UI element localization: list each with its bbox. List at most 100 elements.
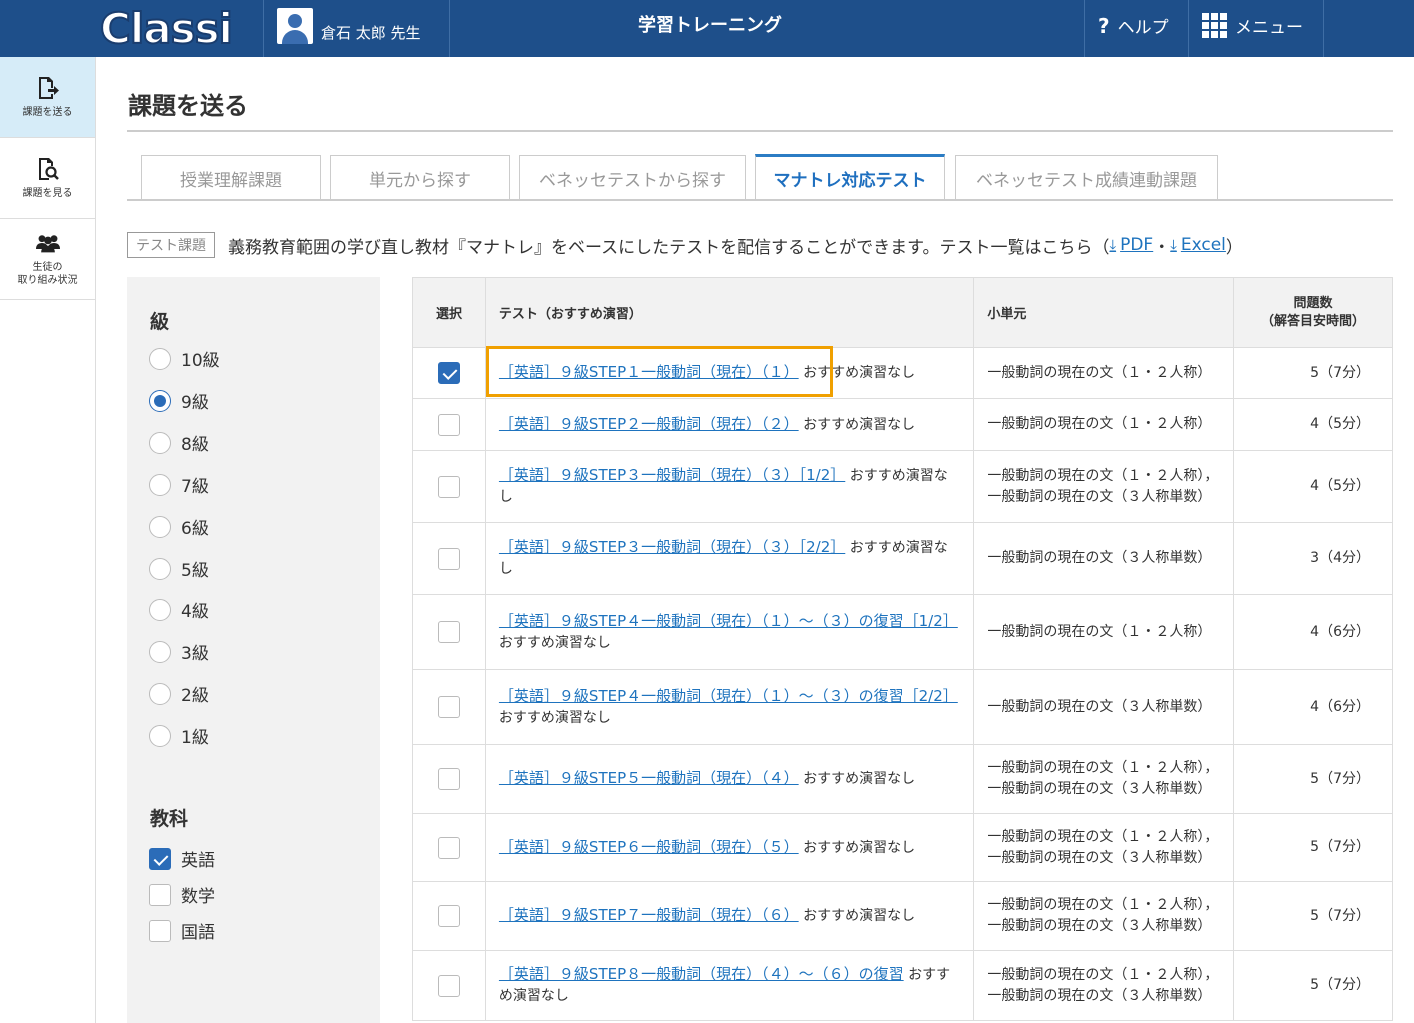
unit-cell: 一般動詞の現在の文（３人称単数）: [973, 669, 1235, 745]
grade-option[interactable]: 7級: [149, 472, 209, 497]
grade-option[interactable]: 2級: [149, 681, 209, 706]
test-link[interactable]: ［英語］９級STEP３一般動詞（現在）（３）［2/2］: [499, 538, 845, 556]
test-cell: ［英語］９級STEP１一般動詞（現在）（１） おすすめ演習なし: [484, 347, 975, 399]
grade-label: 9級: [181, 393, 209, 413]
table-row[interactable]: ［英語］９級STEP７一般動詞（現在）（６） おすすめ演習なし 一般動詞の現在の文…: [412, 881, 1393, 951]
menu-label: メニュー: [1235, 18, 1303, 38]
grade-option[interactable]: 3級: [149, 639, 209, 664]
row-checkbox[interactable]: [437, 547, 460, 570]
unit-line: 一般動詞の現在の文（１・２人称），: [987, 467, 1219, 484]
grade-label: 7級: [181, 477, 209, 497]
row-checkbox[interactable]: [437, 768, 460, 790]
unit-cell: 一般動詞の現在の文（３人称単数）: [973, 522, 1235, 595]
subject-checkbox[interactable]: [149, 883, 171, 906]
test-link[interactable]: ［英語］９級STEP２一般動詞（現在）（２）: [499, 415, 799, 433]
test-link[interactable]: ［英語］９級STEP３一般動詞（現在）（３）［1/2］: [499, 466, 845, 484]
subject-option[interactable]: 国語: [149, 918, 215, 943]
recommendation-note: おすすめ演習なし: [498, 634, 611, 651]
excel-label: Excel: [1180, 235, 1226, 255]
subject-option[interactable]: 英語: [149, 846, 215, 871]
test-cell: ［英語］９級STEP８一般動詞（現在）（４）～（６）の復習 おすすめ演習なし: [484, 950, 975, 1021]
table-row[interactable]: ［英語］９級STEP３一般動詞（現在）（３）［1/2］ おすすめ演習なし 一般動詞…: [412, 450, 1393, 523]
test-link[interactable]: ［英語］９級STEP７一般動詞（現在）（６）: [499, 906, 799, 924]
user-info[interactable]: 倉石 太郎 先生: [277, 8, 421, 44]
select-cell: [412, 950, 486, 1021]
classi-logo[interactable]: Classi: [99, 2, 234, 54]
grade-label: 8級: [181, 435, 209, 455]
help-label: ヘルプ: [1117, 18, 1169, 38]
tab-manatore-test[interactable]: マナトレ対応テスト: [755, 154, 945, 200]
help-button[interactable]: ? ヘルプ: [1098, 0, 1169, 57]
row-checkbox[interactable]: [437, 475, 460, 498]
subject-checkbox[interactable]: [149, 919, 171, 942]
row-checkbox[interactable]: [437, 362, 460, 384]
test-link[interactable]: ［英語］９級STEP４一般動詞（現在）（１）～（３）の復習［2/2］: [499, 687, 958, 705]
grade-radio[interactable]: [149, 682, 171, 705]
test-link[interactable]: ［英語］９級STEP１一般動詞（現在）（１）: [499, 363, 799, 381]
sidebar-item-view-assignment[interactable]: 課題を見る: [0, 138, 95, 219]
row-checkbox[interactable]: [437, 621, 460, 643]
subject-checkbox[interactable]: [149, 847, 171, 870]
grade-radio[interactable]: [149, 640, 171, 663]
tab-lesson-understanding[interactable]: 授業理解課題: [141, 155, 321, 200]
table-row[interactable]: ［英語］９級STEP２一般動詞（現在）（２） おすすめ演習なし 一般動詞の現在の文…: [412, 398, 1393, 451]
header-divider: [263, 0, 264, 57]
grade-radio[interactable]: [149, 347, 171, 370]
row-checkbox[interactable]: [437, 696, 460, 718]
row-checkbox[interactable]: [437, 413, 460, 436]
grade-option[interactable]: 9級: [149, 388, 209, 413]
avatar: [277, 8, 313, 44]
page-title: 課題を送る: [128, 92, 248, 120]
grade-label: 1級: [181, 728, 209, 748]
tab-search-benesse-test[interactable]: ベネッセテストから探す: [519, 155, 746, 200]
menu-button[interactable]: メニュー: [1202, 0, 1303, 57]
close-paren: ）: [1225, 237, 1243, 258]
table-row[interactable]: ［英語］９級STEP４一般動詞（現在）（１）～（３）の復習［1/2］ おすすめ演…: [412, 594, 1393, 670]
grade-option[interactable]: 1級: [149, 723, 209, 748]
tab-search-by-unit[interactable]: 単元から探す: [330, 155, 510, 200]
unit-cell: 一般動詞の現在の文（１・２人称）: [973, 594, 1235, 670]
tab-benesse-grade-linked[interactable]: ベネッセテスト成績連動課題: [955, 155, 1218, 200]
grade-radio[interactable]: [149, 724, 171, 747]
grade-option[interactable]: 6級: [149, 514, 209, 539]
table-row[interactable]: ［英語］９級STEP８一般動詞（現在）（４）～（６）の復習 おすすめ演習なし 一般…: [412, 950, 1393, 1021]
sidebar-item-label: 生徒の: [32, 262, 63, 273]
pdf-download-link[interactable]: ⤓ PDF: [1109, 235, 1153, 255]
grade-option[interactable]: 5級: [149, 556, 209, 581]
grade-label: 4級: [181, 602, 209, 622]
test-cell: ［英語］９級STEP４一般動詞（現在）（１）～（３）の復習［2/2］ おすすめ演…: [484, 669, 975, 745]
unit-line: 一般動詞の現在の文（３人称単数）: [987, 781, 1212, 797]
grade-label: 2級: [181, 686, 209, 706]
test-link[interactable]: ［英語］９級STEP８一般動詞（現在）（４）～（６）の復習: [499, 965, 904, 983]
row-checkbox[interactable]: [437, 905, 460, 927]
select-cell: [412, 450, 486, 523]
grade-radio[interactable]: [149, 389, 171, 412]
subject-option[interactable]: 数学: [149, 882, 215, 907]
excel-download-link[interactable]: ⤓ Excel: [1170, 235, 1226, 255]
grade-radio[interactable]: [149, 598, 171, 621]
grade-radio[interactable]: [149, 557, 171, 580]
table-row[interactable]: ［英語］９級STEP４一般動詞（現在）（１）～（３）の復習［2/2］ おすすめ演…: [412, 669, 1393, 745]
description: テスト課題 義務教育範囲の学び直し教材『マナトレ』をベースにしたテストを配信する…: [127, 232, 1243, 258]
grade-option[interactable]: 4級: [149, 597, 209, 622]
table-row[interactable]: ［英語］９級STEP３一般動詞（現在）（３）［2/2］ おすすめ演習なし 一般動詞…: [412, 522, 1393, 595]
test-link[interactable]: ［英語］９級STEP５一般動詞（現在）（４）: [499, 769, 799, 787]
sidebar-item-student-progress[interactable]: 生徒の 取り組み状況: [0, 219, 95, 300]
grade-radio[interactable]: [149, 431, 171, 454]
test-link[interactable]: ［英語］９級STEP４一般動詞（現在）（１）～（３）の復習［1/2］: [499, 612, 958, 630]
table-row[interactable]: ［英語］９級STEP６一般動詞（現在）（５） おすすめ演習なし 一般動詞の現在の文…: [412, 813, 1393, 882]
test-link[interactable]: ［英語］９級STEP６一般動詞（現在）（５）: [499, 838, 799, 856]
row-checkbox[interactable]: [437, 974, 460, 997]
subject-label: 国語: [181, 923, 215, 943]
table-row[interactable]: ［英語］９級STEP５一般動詞（現在）（４） おすすめ演習なし 一般動詞の現在の文…: [412, 744, 1393, 814]
test-cell: ［英語］９級STEP３一般動詞（現在）（３）［2/2］ おすすめ演習なし: [484, 522, 975, 595]
table-row[interactable]: ［英語］９級STEP１一般動詞（現在）（１） おすすめ演習なし 一般動詞の現在の文…: [412, 347, 1393, 399]
grade-radio[interactable]: [149, 473, 171, 496]
grade-radio[interactable]: [149, 515, 171, 538]
sidebar-item-send-assignment[interactable]: 課題を送る: [0, 57, 95, 138]
grade-option[interactable]: 8級: [149, 430, 209, 455]
row-checkbox[interactable]: [437, 836, 460, 859]
grade-option[interactable]: 10級: [149, 346, 220, 371]
help-icon: ?: [1098, 13, 1110, 38]
unit-line: 一般動詞の現在の文（３人称単数）: [987, 918, 1212, 934]
